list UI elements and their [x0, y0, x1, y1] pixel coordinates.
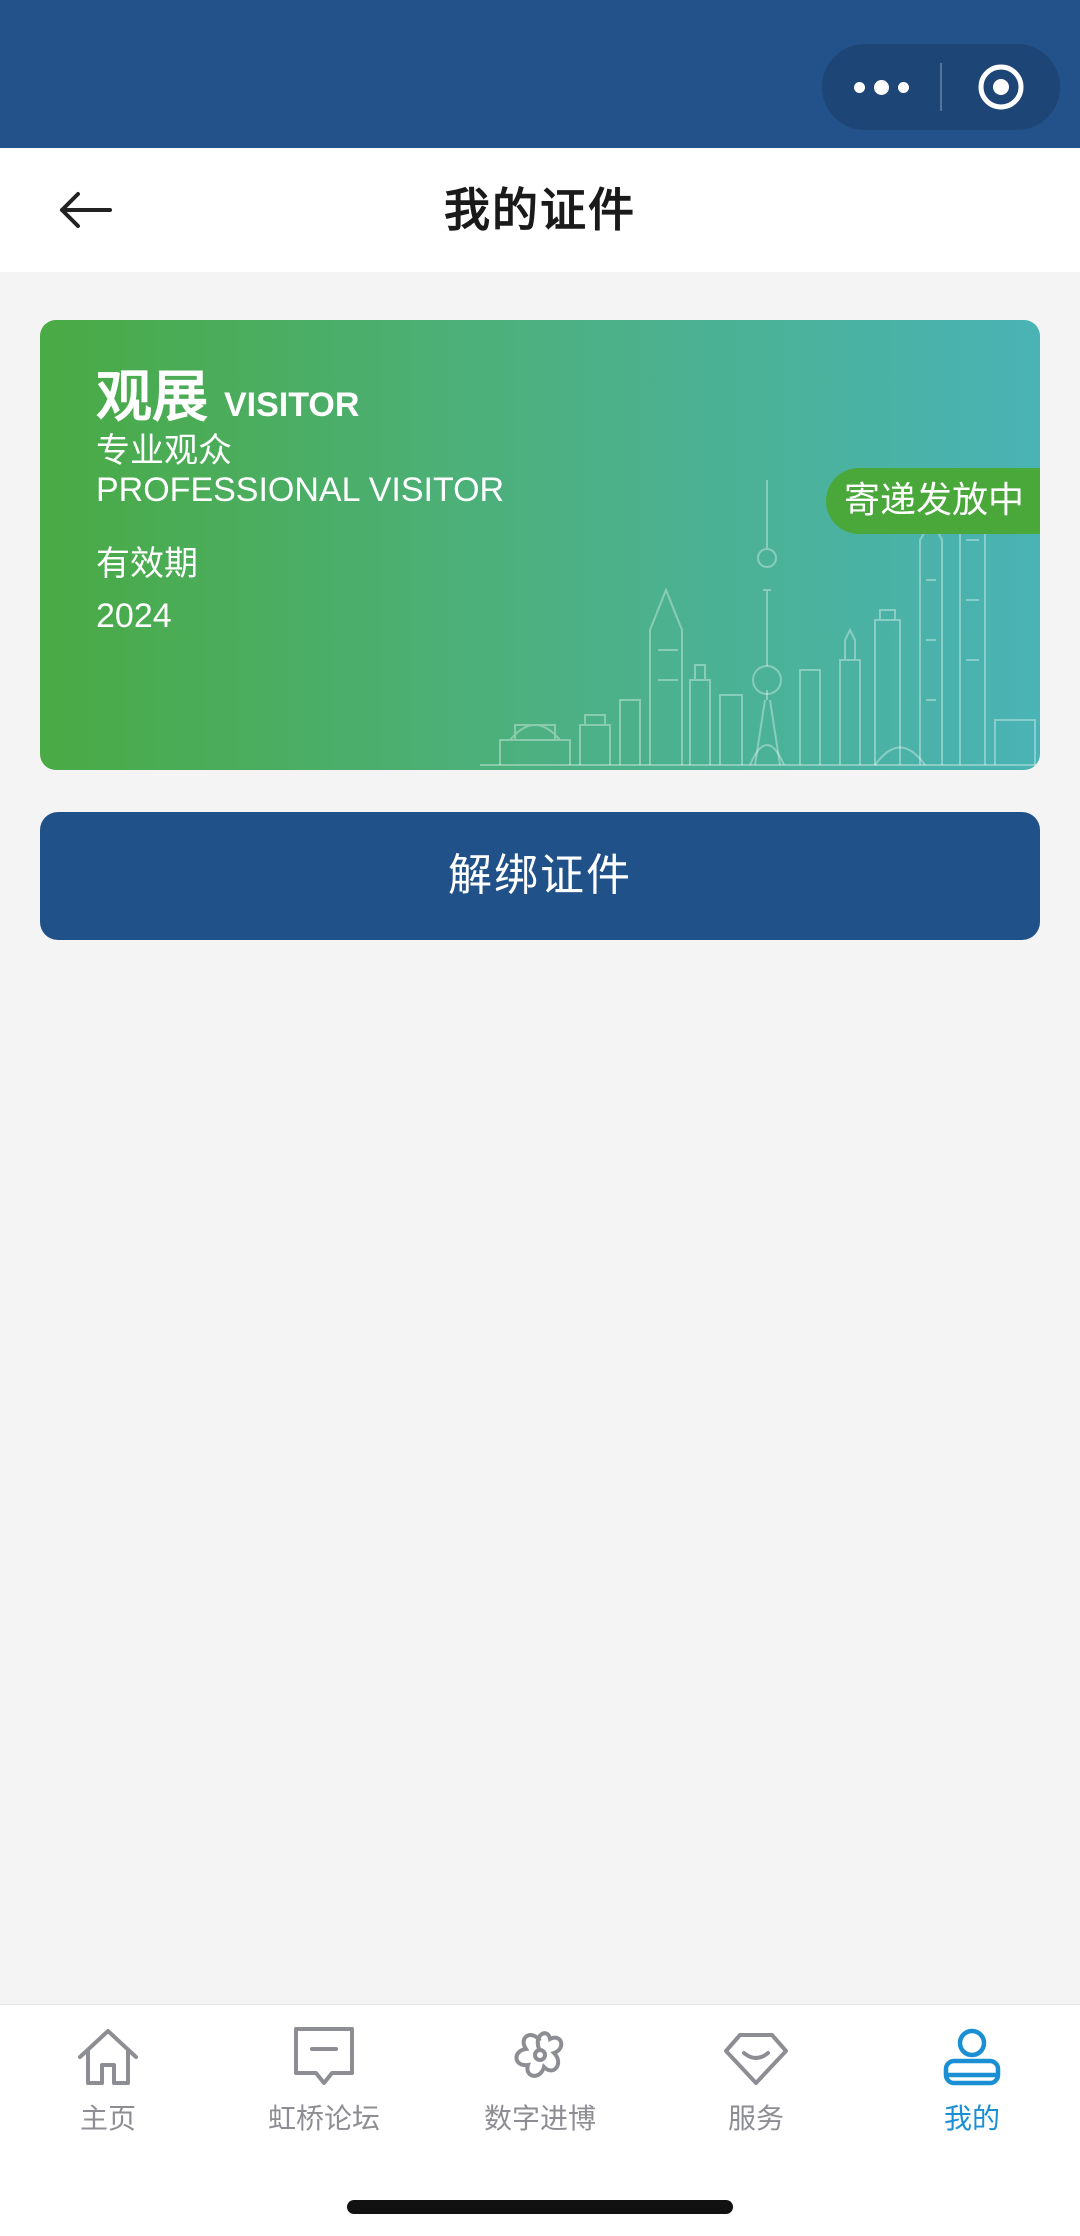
- service-icon: [724, 2033, 788, 2085]
- card-subtitle-en: PROFESSIONAL VISITOR: [96, 471, 505, 509]
- nav-bar: 我的证件: [0, 148, 1080, 272]
- card-title: 观展: [96, 365, 208, 430]
- credential-card[interactable]: 观展 VISITOR 专业观众 PROFESSIONAL VISITOR 有效期…: [40, 320, 1040, 770]
- card-title-en: VISITOR: [224, 386, 360, 424]
- top-status-bar: [0, 0, 1080, 148]
- user-icon: [943, 2028, 1001, 2086]
- tab-label-forum: 虹桥论坛: [267, 2102, 380, 2135]
- arrow-left-icon[interactable]: [50, 180, 120, 240]
- status-badge: 寄递发放中: [825, 468, 1040, 534]
- tab-label-mine: 我的: [943, 2102, 1000, 2135]
- tab-label-service: 服务: [727, 2102, 784, 2135]
- page-title: 我的证件: [444, 183, 636, 237]
- tab-digital-ciie[interactable]: 数字进博: [432, 2005, 648, 2145]
- tab-label-home: 主页: [79, 2102, 136, 2135]
- unbind-credential-button[interactable]: 解绑证件: [40, 812, 1040, 940]
- card-subtitle-cn: 专业观众: [96, 431, 232, 471]
- target-circle-icon[interactable]: [942, 44, 1060, 130]
- validity-year: 2024: [96, 597, 172, 635]
- home-indicator: [347, 2200, 733, 2214]
- tab-label-digital-ciie: 数字进博: [483, 2102, 596, 2135]
- tab-service[interactable]: 服务: [648, 2005, 864, 2145]
- mini-program-capsule: [822, 44, 1060, 130]
- home-icon: [78, 2029, 138, 2085]
- forum-icon: [294, 2027, 354, 2085]
- flower-icon: [514, 2031, 564, 2078]
- validity-label: 有效期: [96, 544, 198, 584]
- tab-home[interactable]: 主页: [0, 2005, 216, 2145]
- more-dots-icon[interactable]: [822, 44, 940, 130]
- tab-mine[interactable]: 我的: [864, 2005, 1080, 2145]
- tab-forum[interactable]: 虹桥论坛: [216, 2005, 432, 2145]
